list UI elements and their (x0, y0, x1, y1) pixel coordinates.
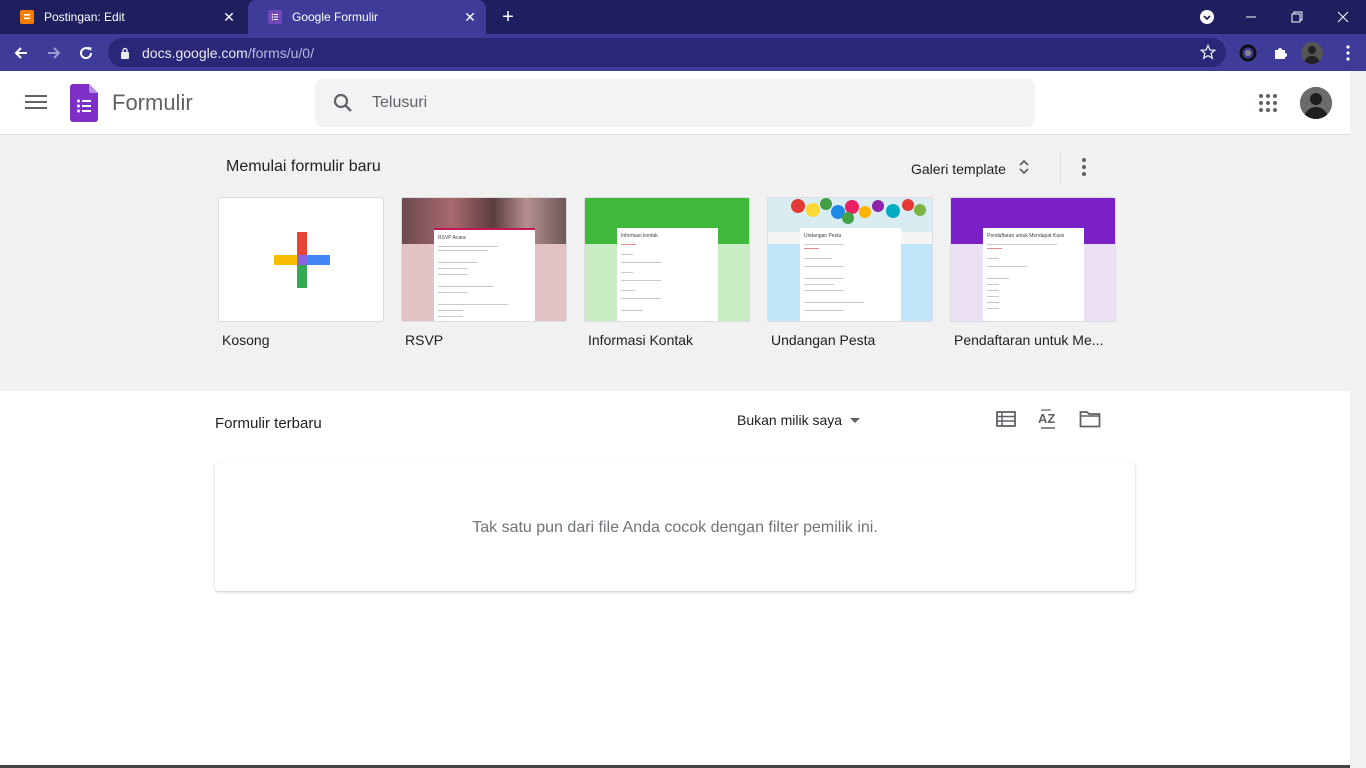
reload-icon[interactable] (73, 40, 99, 66)
account-avatar[interactable] (1300, 87, 1332, 119)
forms-logo-icon[interactable] (70, 84, 98, 122)
template-preview-title: Undangan Pesta (804, 233, 842, 239)
search-box[interactable] (315, 79, 1035, 127)
divider (1060, 152, 1061, 184)
browser-tab-bar: Postingan: Edit ✕ Google Formulir ✕ + (0, 0, 1366, 34)
tab-title: Postingan: Edit (44, 10, 125, 24)
search-input[interactable] (372, 91, 972, 115)
extension-icon[interactable] (1269, 42, 1291, 64)
extension-app-icon[interactable] (1237, 42, 1259, 64)
folder-icon[interactable] (1079, 408, 1101, 430)
unfold-icon (1018, 158, 1030, 179)
forms-icon (268, 10, 282, 24)
apps-icon[interactable] (1256, 91, 1280, 115)
empty-state-message: Tak satu pun dari file Anda cocok dengan… (472, 519, 878, 536)
browser-toolbar: docs.google.com/forms/u/0/ (0, 34, 1366, 71)
forward-icon[interactable] (41, 40, 67, 66)
gallery-title: Memulai formulir baru (226, 158, 381, 175)
minimize-icon[interactable] (1228, 0, 1274, 34)
close-window-icon[interactable] (1320, 0, 1366, 34)
app-brand-name[interactable]: Formulir (112, 90, 193, 116)
profile-avatar[interactable] (1301, 42, 1323, 64)
plus-icon[interactable]: + (497, 6, 519, 28)
template-gallery: Memulai formulir baru Galeri template Ko… (0, 135, 1350, 391)
tab-google-formulir[interactable]: Google Formulir ✕ (248, 0, 486, 34)
list-view-icon[interactable] (995, 408, 1017, 430)
dropdown-caret-icon (850, 417, 861, 423)
template-preview: Undangan Pesta (800, 228, 901, 321)
plus-icon (274, 232, 330, 288)
star-icon[interactable] (1199, 43, 1217, 65)
template-label: RSVP (405, 332, 444, 348)
empty-state-card: Tak satu pun dari file Anda cocok dengan… (215, 463, 1135, 591)
template-gallery-button[interactable]: Galeri template (911, 158, 1030, 179)
template-preview: Pendaftaran untuk Mendapat Kaos (983, 228, 1084, 321)
template-card-tshirt[interactable]: Pendaftaran untuk Mendapat Kaos (950, 197, 1116, 322)
app-header: Formulir (0, 71, 1366, 135)
lock-icon[interactable] (120, 46, 130, 64)
owner-filter-dropdown[interactable]: Bukan milik saya (737, 411, 861, 429)
template-card-blank[interactable] (218, 197, 384, 322)
template-preview-title: RSVP Acara (438, 235, 466, 241)
template-card-party[interactable]: Undangan Pesta (767, 197, 933, 322)
address-bar[interactable]: docs.google.com/forms/u/0/ (108, 38, 1226, 67)
close-icon[interactable]: ✕ (221, 9, 237, 25)
tab-title: Google Formulir (292, 10, 379, 24)
template-label: Kosong (222, 332, 270, 348)
template-preview: RSVP Acara (434, 228, 535, 321)
template-label: Informasi Kontak (588, 332, 694, 348)
tab-search-icon[interactable] (1184, 0, 1230, 34)
url-text: docs.google.com/forms/u/0/ (142, 45, 314, 61)
restore-icon[interactable] (1274, 0, 1320, 34)
page-scrollbar[interactable] (1350, 71, 1366, 768)
template-preview-title: Pendaftaran untuk Mendapat Kaos (987, 233, 1065, 239)
gallery-button-label: Galeri template (911, 160, 1006, 177)
template-preview-title: Informasi kontak (621, 233, 658, 239)
template-card-rsvp[interactable]: RSVP Acara (401, 197, 567, 322)
template-label: Pendaftaran untuk Me... (954, 332, 1104, 348)
more-vert-icon[interactable] (1337, 42, 1359, 64)
svg-text:AZ: AZ (1038, 411, 1055, 426)
sort-az-icon[interactable]: AZ (1037, 408, 1059, 430)
owner-filter-label: Bukan milik saya (737, 412, 843, 428)
recent-forms-title: Formulir terbaru (215, 415, 322, 432)
search-icon[interactable] (331, 91, 355, 120)
close-icon[interactable]: ✕ (462, 9, 478, 25)
url-path: /forms/u/0/ (247, 45, 314, 61)
blogger-icon (20, 10, 34, 24)
more-vert-icon[interactable] (1074, 155, 1094, 179)
tab-postingan-edit[interactable]: Postingan: Edit ✕ (0, 0, 245, 34)
template-preview: Informasi kontak (617, 228, 718, 321)
menu-icon[interactable] (22, 91, 50, 115)
template-card-contact[interactable]: Informasi kontak (584, 197, 750, 322)
template-label: Undangan Pesta (771, 332, 876, 348)
back-icon[interactable] (8, 40, 34, 66)
url-host: docs.google.com (142, 45, 248, 61)
